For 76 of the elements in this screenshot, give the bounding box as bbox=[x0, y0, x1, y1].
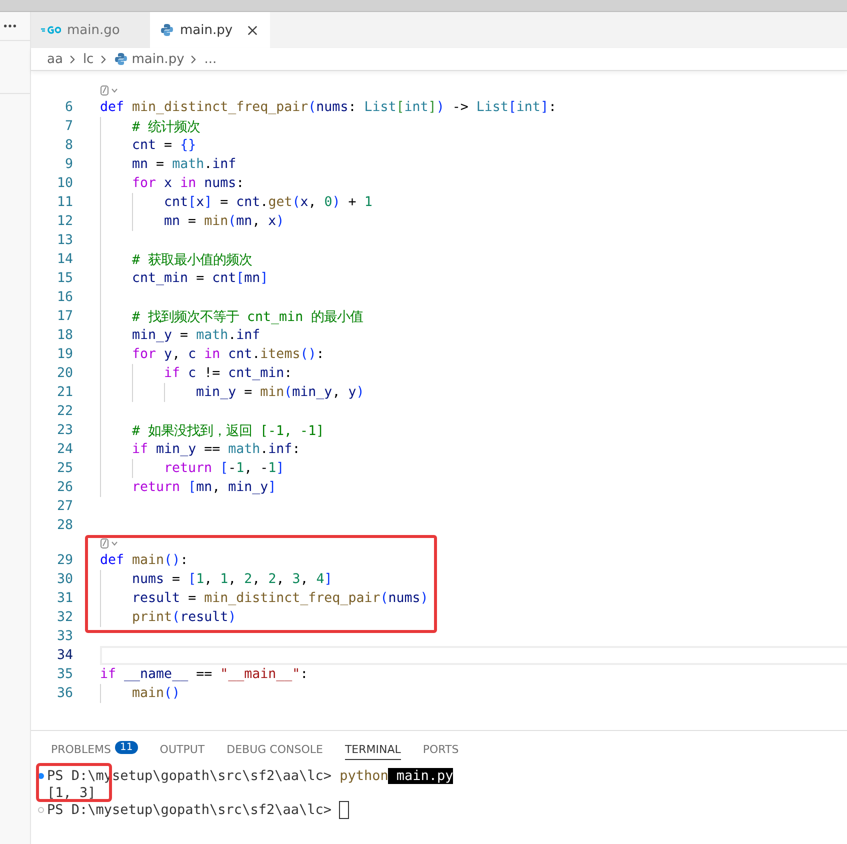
count-badge: 11 bbox=[115, 741, 138, 754]
breadcrumb-item[interactable]: ... bbox=[204, 52, 217, 66]
code-line: cnt = {} bbox=[132, 138, 196, 153]
code-line: return [mn, min_y] bbox=[132, 480, 276, 495]
line-number: 12 bbox=[56, 214, 73, 229]
terminal-prompt: PS D:\mysetup\gopath\src\sf2\aa\lc> bbox=[47, 802, 332, 818]
line-number: 17 bbox=[56, 309, 73, 324]
code-line: # 如果没找到，返回 [-1, -1] bbox=[132, 422, 324, 440]
code-line: for y, c in cnt.items(): bbox=[132, 347, 324, 362]
line-number: 32 bbox=[56, 610, 73, 625]
line-number: 28 bbox=[56, 518, 73, 533]
code-line: if __name__ == "__main__": bbox=[100, 667, 308, 682]
line-number: 34 bbox=[56, 648, 73, 663]
code-line: mn = math.inf bbox=[132, 157, 236, 172]
terminal-command: python bbox=[338, 768, 388, 784]
code-line: print(result) bbox=[132, 610, 236, 625]
line-number: 7 bbox=[64, 119, 73, 134]
code-line: cnt_min = cnt[mn] bbox=[132, 271, 268, 286]
code-line: nums = [1, 1, 2, 2, 3, 4] bbox=[132, 572, 332, 587]
panel-tab[interactable]: OUTPUT bbox=[160, 740, 205, 760]
line-number: 13 bbox=[56, 233, 73, 248]
selected-text: main.py bbox=[388, 768, 454, 784]
python-icon bbox=[114, 52, 128, 66]
code-line: min_y = min(min_y, y) bbox=[196, 385, 364, 400]
code-line: if min_y == math.inf: bbox=[132, 442, 300, 457]
line-number: 6 bbox=[64, 100, 73, 115]
breadcrumb-item[interactable]: aa bbox=[47, 52, 63, 66]
breadcrumb-item[interactable]: lc bbox=[82, 52, 94, 66]
breadcrumb-item[interactable]: main.py bbox=[132, 52, 184, 66]
line-number: 23 bbox=[56, 423, 73, 438]
codelens-icon[interactable] bbox=[100, 538, 120, 548]
line-number: 9 bbox=[64, 157, 73, 172]
code-line: mn = min(mn, x) bbox=[164, 214, 284, 229]
code-line: # 获取最小值的频次 bbox=[132, 252, 252, 268]
codelens-icon[interactable] bbox=[100, 84, 120, 96]
line-number: 20 bbox=[56, 366, 73, 381]
line-number: 27 bbox=[56, 499, 73, 514]
line-number: 35 bbox=[56, 667, 73, 682]
line-number: 16 bbox=[56, 290, 73, 305]
code-line: result = min_distinct_freq_pair(nums) bbox=[132, 591, 428, 606]
line-number: 22 bbox=[56, 404, 73, 419]
line-number: 31 bbox=[56, 591, 73, 606]
panel-tab[interactable]: DEBUG CONSOLE bbox=[226, 740, 323, 760]
panel-tab[interactable]: TERMINAL bbox=[344, 740, 401, 760]
line-number: 18 bbox=[56, 328, 73, 343]
code-line: # 找到频次不等于 cnt_min 的最小值 bbox=[132, 308, 364, 326]
line-number: 30 bbox=[56, 572, 73, 587]
go-icon bbox=[41, 25, 61, 35]
editor-tab[interactable]: main.go bbox=[31, 12, 150, 48]
code-line: for x in nums: bbox=[132, 176, 244, 191]
code-line: # 统计频次 bbox=[132, 118, 200, 136]
code-line: def main(): bbox=[100, 553, 188, 568]
code-line: main() bbox=[132, 686, 180, 701]
terminal-output: [1, 3] bbox=[47, 784, 96, 800]
code-line: min_y = math.inf bbox=[132, 328, 260, 343]
line-number: 10 bbox=[56, 176, 73, 191]
code-line: def min_distinct_freq_pair(nums: List[int]) -> List[int]: bbox=[100, 100, 556, 115]
line-number: 25 bbox=[56, 461, 73, 476]
line-number: 33 bbox=[56, 629, 73, 644]
panel-tab[interactable]: PORTS bbox=[422, 740, 459, 760]
line-number: 11 bbox=[56, 195, 73, 210]
line-number: 15 bbox=[56, 271, 73, 286]
line-number: 24 bbox=[56, 442, 73, 457]
line-number: 14 bbox=[56, 252, 73, 267]
code-line: cnt[x] = cnt.get(x, 0) + 1 bbox=[164, 195, 372, 210]
line-number: 26 bbox=[56, 480, 73, 495]
panel-tab[interactable]: PROBLEMS 11 bbox=[51, 740, 138, 760]
code-line: return [-1, -1] bbox=[164, 461, 284, 476]
code-line: if c != cnt_min: bbox=[164, 366, 292, 381]
line-number: 8 bbox=[64, 138, 73, 153]
line-number: 36 bbox=[56, 686, 73, 701]
editor-tab[interactable]: main.py bbox=[150, 12, 270, 48]
line-number: 21 bbox=[56, 385, 73, 400]
python-icon bbox=[160, 23, 174, 37]
line-number: 29 bbox=[56, 553, 73, 568]
line-number: 19 bbox=[56, 347, 73, 362]
